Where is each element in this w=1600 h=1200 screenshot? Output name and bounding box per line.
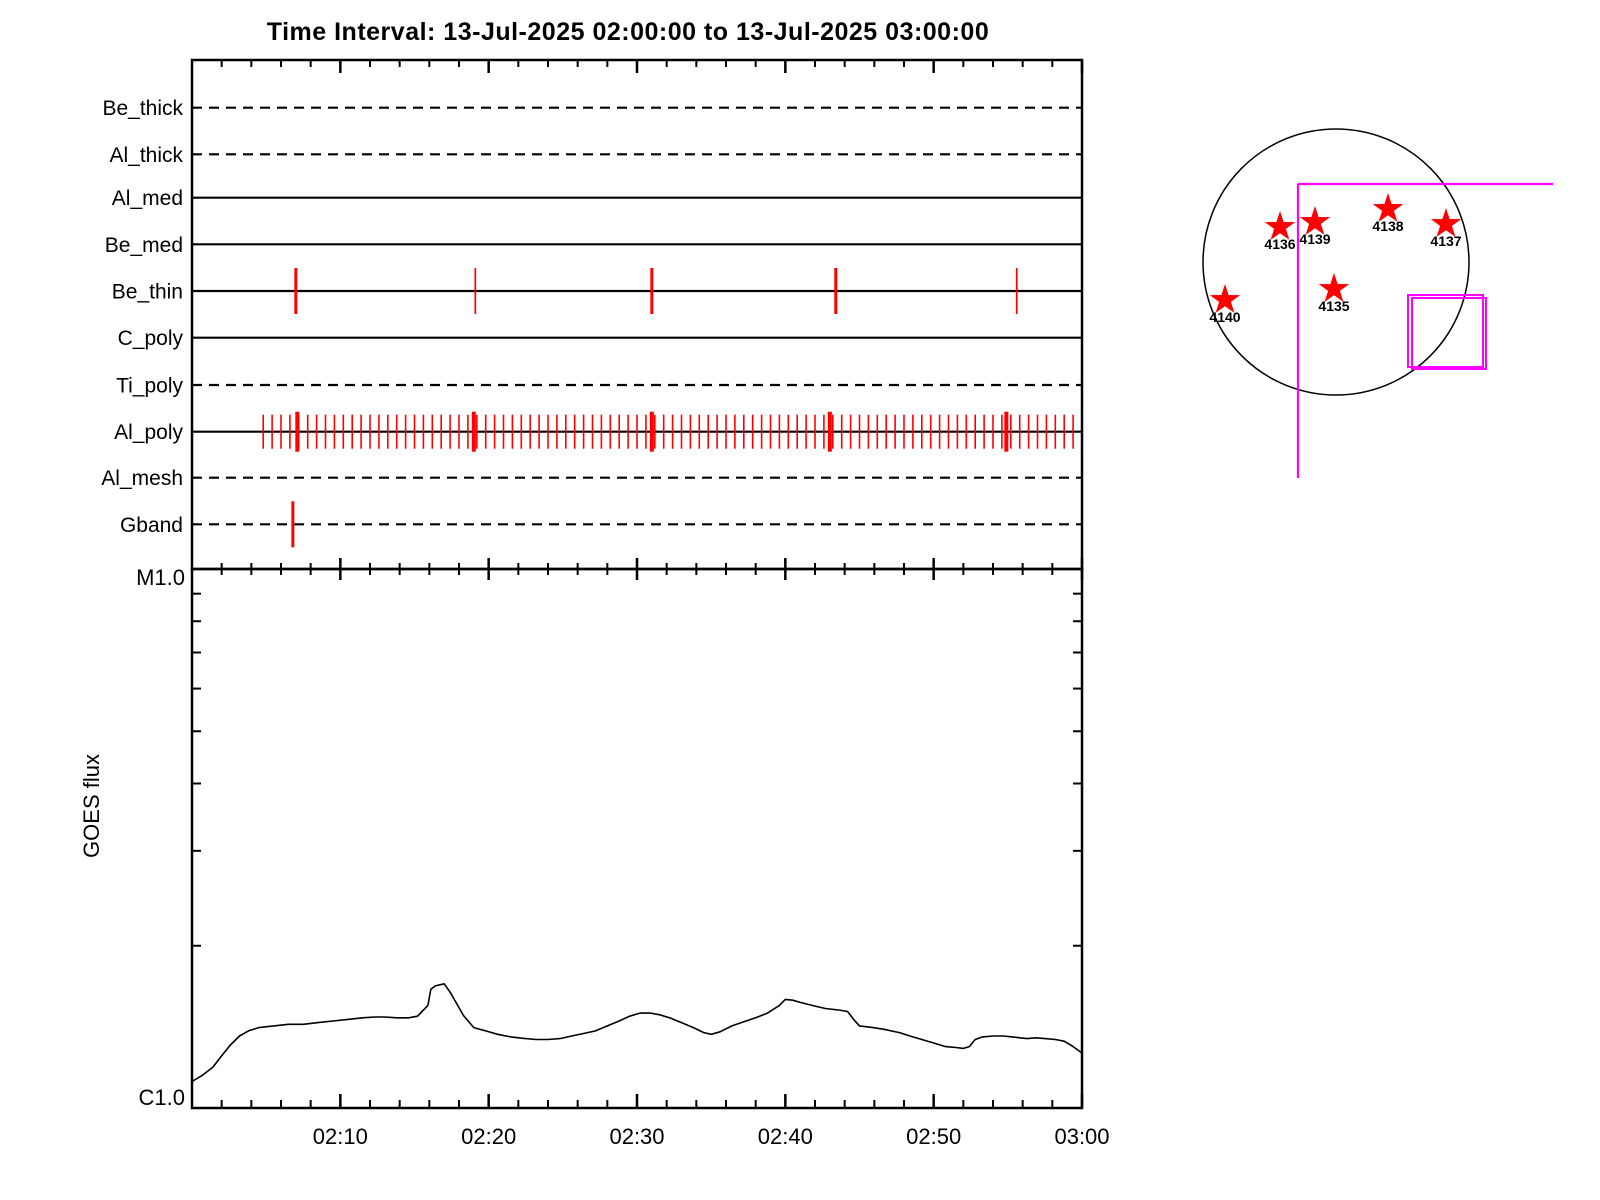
filter-row-label-Al_thick: Al_thick <box>109 144 183 167</box>
y-axis-top-label: M1.0 <box>136 565 185 590</box>
screenshot-root: Time Interval: 13-Jul-2025 02:00:00 to 1… <box>0 0 1600 1200</box>
filter-timeline-panel: Be_thick Al_thick Al_med Be_med Be_thin C_pol… <box>101 58 1084 580</box>
solar-limb-circle <box>1202 128 1470 396</box>
x-tick-label: 02:40 <box>758 1124 813 1149</box>
filter-row-label-Be_med: Be_med <box>105 234 183 257</box>
active-region-label: 4135 <box>1318 298 1349 314</box>
goes-flux-panel: 02:10 02:20 02:30 02:40 02:50 03:00 <box>190 567 1110 1149</box>
filter-row-label-Gband: Gband <box>120 514 183 537</box>
x-tick-label: 03:00 <box>1054 1124 1109 1149</box>
active-region-label: 4139 <box>1299 231 1330 247</box>
plot-canvas: Time Interval: 13-Jul-2025 02:00:00 to 1… <box>79 18 1553 1149</box>
filter-row-label-C_poly: C_poly <box>118 327 184 350</box>
goes-flux-curve <box>191 982 1083 1083</box>
filter-row-label-Be_thin: Be_thin <box>112 281 183 304</box>
active-region-label: 4137 <box>1430 233 1461 249</box>
active-region-label: 4138 <box>1372 218 1403 234</box>
x-tick-label: 02:10 <box>313 1124 368 1149</box>
filter-row-label-Al_med: Al_med <box>112 187 183 210</box>
goes-flux-axis-title: GOES flux <box>79 754 104 858</box>
x-tick-label: 02:50 <box>906 1124 961 1149</box>
active-region-label: 4136 <box>1264 236 1295 252</box>
goes-panel-frame <box>190 567 1084 1110</box>
solar-disk-map: 4136 4139 4138 4137 4140 4135 <box>1202 128 1553 478</box>
fov-rectangle <box>1407 294 1484 368</box>
page-title: Time Interval: 13-Jul-2025 02:00:00 to 1… <box>267 18 989 46</box>
x-tick-label: 02:20 <box>461 1124 516 1149</box>
y-axis-bottom-label: C1.0 <box>139 1085 185 1110</box>
x-tick-label: 02:30 <box>609 1124 664 1149</box>
filter-panel-frame <box>190 58 1084 571</box>
filter-row-label-Al_mesh: Al_mesh <box>101 467 183 490</box>
filter-row-label-Al_poly: Al_poly <box>114 421 183 444</box>
filter-row-label-Ti_poly: Ti_poly <box>116 375 183 398</box>
active-region-label: 4140 <box>1209 309 1240 325</box>
filter-row-label-Be_thick: Be_thick <box>102 97 183 120</box>
